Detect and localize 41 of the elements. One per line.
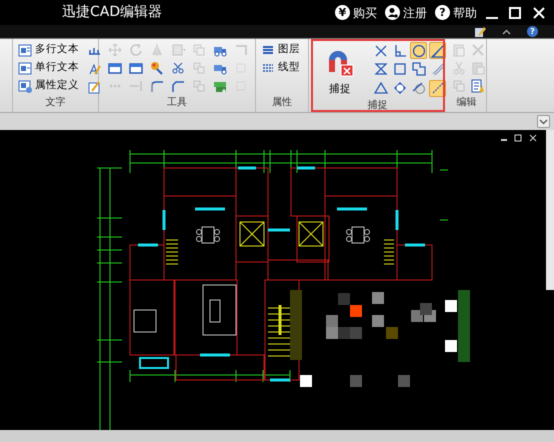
- user-icon: [385, 5, 400, 20]
- glyph-icon: ?: [435, 5, 450, 20]
- overlap-icon[interactable]: [410, 60, 427, 78]
- title-action-label: 购买: [353, 4, 377, 22]
- line-icon[interactable]: [429, 80, 446, 97]
- minimize-icon: [486, 16, 498, 18]
- property-button[interactable]: 线型: [259, 59, 302, 77]
- snap-button[interactable]: 捕捉: [316, 42, 364, 98]
- horizontal-scrollbar[interactable]: [0, 430, 554, 442]
- glyph-icon: ¥: [335, 5, 350, 20]
- text-tool-button[interactable]: 多行文本: [16, 41, 81, 59]
- title-action-button[interactable]: 注册: [381, 4, 431, 22]
- tangent-icon[interactable]: [410, 80, 427, 97]
- group-label: 捕捉: [366, 98, 388, 113]
- title-action-label: 注册: [403, 4, 427, 22]
- circle-icon[interactable]: [410, 42, 427, 59]
- group-label: 编辑: [456, 96, 478, 110]
- maximize-icon: [508, 6, 522, 20]
- title-action-button[interactable]: ? 帮助: [431, 4, 481, 22]
- group-label: 工具: [166, 96, 188, 110]
- window-title: 迅捷CAD编辑器: [62, 3, 162, 22]
- document-icon[interactable]: [469, 77, 486, 94]
- group-label: 属性: [271, 96, 293, 110]
- text-tool-button[interactable]: 单行文本: [16, 59, 81, 77]
- layers-icon: [261, 43, 275, 57]
- text-icon: [18, 43, 32, 57]
- title-action-button[interactable]: ¥ 购买: [331, 4, 381, 22]
- close-icon: [532, 6, 546, 20]
- expand-button[interactable]: [537, 115, 550, 128]
- vertical-scrollbar[interactable]: [546, 130, 554, 290]
- collapse-icon[interactable]: [502, 28, 511, 34]
- text-tool-button[interactable]: 属性定义: [16, 77, 81, 95]
- group-label: 文字: [44, 96, 66, 110]
- angle-icon[interactable]: [429, 42, 446, 59]
- help-icon[interactable]: ?: [527, 26, 538, 37]
- pen-icon[interactable]: [474, 26, 486, 37]
- title-action-label: 帮助: [453, 4, 477, 22]
- property-button[interactable]: 图层: [259, 41, 302, 59]
- text-icon: [18, 61, 32, 75]
- chevron-down-icon: [539, 118, 548, 124]
- attribute-icon: [18, 79, 32, 93]
